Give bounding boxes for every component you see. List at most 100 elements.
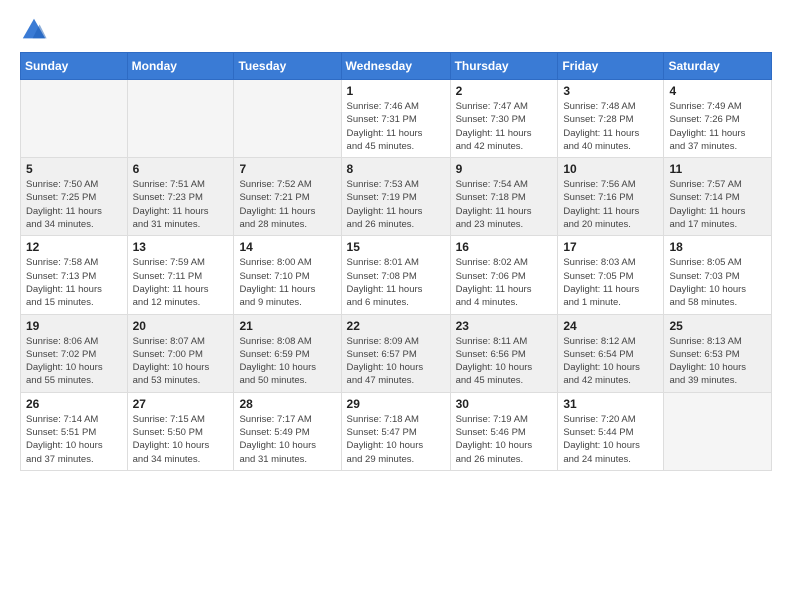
day-info: Sunrise: 8:08 AM Sunset: 6:59 PM Dayligh… xyxy=(239,335,335,388)
day-number: 3 xyxy=(563,84,658,98)
day-info: Sunrise: 8:06 AM Sunset: 7:02 PM Dayligh… xyxy=(26,335,122,388)
calendar-cell: 25 Sunrise: 8:13 AM Sunset: 6:53 PM Dayli… xyxy=(664,314,772,392)
day-number: 9 xyxy=(456,162,553,176)
day-number: 21 xyxy=(239,319,335,333)
day-info: Sunrise: 7:52 AM Sunset: 7:21 PM Dayligh… xyxy=(239,178,335,231)
calendar-cell: 9Sunrise: 7:54 AM Sunset: 7:18 PM Daylig… xyxy=(450,158,558,236)
day-number: 27 xyxy=(133,397,229,411)
calendar-cell: 7 Sunrise: 7:52 AM Sunset: 7:21 PM Daylig… xyxy=(234,158,341,236)
calendar-cell xyxy=(664,392,772,470)
calendar-cell: 24 Sunrise: 8:12 AM Sunset: 6:54 PM Dayli… xyxy=(558,314,664,392)
day-info: Sunrise: 8:05 AM Sunset: 7:03 PM Dayligh… xyxy=(669,256,766,309)
calendar-cell: 14 Sunrise: 8:00 AM Sunset: 7:10 PM Dayli… xyxy=(234,236,341,314)
day-number: 29 xyxy=(347,397,445,411)
day-info: Sunrise: 7:17 AM Sunset: 5:49 PM Dayligh… xyxy=(239,413,335,466)
calendar-cell xyxy=(127,80,234,158)
calendar-cell: 5 Sunrise: 7:50 AM Sunset: 7:25 PM Daylig… xyxy=(21,158,128,236)
day-number: 10 xyxy=(563,162,658,176)
day-number: 23 xyxy=(456,319,553,333)
day-info: Sunrise: 7:58 AM Sunset: 7:13 PM Dayligh… xyxy=(26,256,122,309)
calendar-cell: 21 Sunrise: 8:08 AM Sunset: 6:59 PM Dayli… xyxy=(234,314,341,392)
calendar-cell: 15 Sunrise: 8:01 AM Sunset: 7:08 PM Dayli… xyxy=(341,236,450,314)
calendar-cell: 12 Sunrise: 7:58 AM Sunset: 7:13 PM Dayli… xyxy=(21,236,128,314)
day-number: 6 xyxy=(133,162,229,176)
day-number: 12 xyxy=(26,240,122,254)
day-info: Sunrise: 7:48 AM Sunset: 7:28 PM Dayligh… xyxy=(563,100,658,153)
day-number: 7 xyxy=(239,162,335,176)
calendar-cell: 23 Sunrise: 8:11 AM Sunset: 6:56 PM Dayli… xyxy=(450,314,558,392)
calendar-cell: 16 Sunrise: 8:02 AM Sunset: 7:06 PM Dayli… xyxy=(450,236,558,314)
day-number: 25 xyxy=(669,319,766,333)
calendar-week-2: 5 Sunrise: 7:50 AM Sunset: 7:25 PM Daylig… xyxy=(21,158,772,236)
calendar-cell: 4Sunrise: 7:49 AM Sunset: 7:26 PM Daylig… xyxy=(664,80,772,158)
calendar-cell: 13 Sunrise: 7:59 AM Sunset: 7:11 PM Dayli… xyxy=(127,236,234,314)
header-saturday: Saturday xyxy=(664,53,772,80)
day-info: Sunrise: 8:01 AM Sunset: 7:08 PM Dayligh… xyxy=(347,256,445,309)
day-info: Sunrise: 7:18 AM Sunset: 5:47 PM Dayligh… xyxy=(347,413,445,466)
day-info: Sunrise: 8:09 AM Sunset: 6:57 PM Dayligh… xyxy=(347,335,445,388)
header-sunday: Sunday xyxy=(21,53,128,80)
day-info: Sunrise: 7:57 AM Sunset: 7:14 PM Dayligh… xyxy=(669,178,766,231)
day-number: 15 xyxy=(347,240,445,254)
calendar-cell xyxy=(234,80,341,158)
day-number: 30 xyxy=(456,397,553,411)
calendar-cell: 28Sunrise: 7:17 AM Sunset: 5:49 PM Dayli… xyxy=(234,392,341,470)
header-thursday: Thursday xyxy=(450,53,558,80)
day-info: Sunrise: 7:46 AM Sunset: 7:31 PM Dayligh… xyxy=(347,100,445,153)
day-number: 26 xyxy=(26,397,122,411)
day-info: Sunrise: 8:03 AM Sunset: 7:05 PM Dayligh… xyxy=(563,256,658,309)
calendar-header-row: SundayMondayTuesdayWednesdayThursdayFrid… xyxy=(21,53,772,80)
calendar-cell: 6Sunrise: 7:51 AM Sunset: 7:23 PM Daylig… xyxy=(127,158,234,236)
calendar-week-4: 19 Sunrise: 8:06 AM Sunset: 7:02 PM Dayli… xyxy=(21,314,772,392)
day-number: 24 xyxy=(563,319,658,333)
calendar-cell: 3 Sunrise: 7:48 AM Sunset: 7:28 PM Daylig… xyxy=(558,80,664,158)
logo xyxy=(20,16,52,44)
header-tuesday: Tuesday xyxy=(234,53,341,80)
day-number: 4 xyxy=(669,84,766,98)
day-number: 16 xyxy=(456,240,553,254)
day-info: Sunrise: 8:07 AM Sunset: 7:00 PM Dayligh… xyxy=(133,335,229,388)
day-number: 22 xyxy=(347,319,445,333)
calendar-cell: 8Sunrise: 7:53 AM Sunset: 7:19 PM Daylig… xyxy=(341,158,450,236)
day-info: Sunrise: 7:56 AM Sunset: 7:16 PM Dayligh… xyxy=(563,178,658,231)
day-info: Sunrise: 7:47 AM Sunset: 7:30 PM Dayligh… xyxy=(456,100,553,153)
day-info: Sunrise: 8:02 AM Sunset: 7:06 PM Dayligh… xyxy=(456,256,553,309)
day-number: 2 xyxy=(456,84,553,98)
calendar-cell: 31 Sunrise: 7:20 AM Sunset: 5:44 PM Dayli… xyxy=(558,392,664,470)
calendar-cell: 18 Sunrise: 8:05 AM Sunset: 7:03 PM Dayli… xyxy=(664,236,772,314)
day-number: 18 xyxy=(669,240,766,254)
logo-icon xyxy=(20,16,48,44)
day-info: Sunrise: 8:12 AM Sunset: 6:54 PM Dayligh… xyxy=(563,335,658,388)
calendar-cell: 19 Sunrise: 8:06 AM Sunset: 7:02 PM Dayli… xyxy=(21,314,128,392)
day-info: Sunrise: 8:13 AM Sunset: 6:53 PM Dayligh… xyxy=(669,335,766,388)
day-number: 14 xyxy=(239,240,335,254)
calendar-cell: 17Sunrise: 8:03 AM Sunset: 7:05 PM Dayli… xyxy=(558,236,664,314)
day-number: 19 xyxy=(26,319,122,333)
calendar-cell: 30 Sunrise: 7:19 AM Sunset: 5:46 PM Dayli… xyxy=(450,392,558,470)
day-info: Sunrise: 7:19 AM Sunset: 5:46 PM Dayligh… xyxy=(456,413,553,466)
day-info: Sunrise: 8:11 AM Sunset: 6:56 PM Dayligh… xyxy=(456,335,553,388)
day-info: Sunrise: 7:15 AM Sunset: 5:50 PM Dayligh… xyxy=(133,413,229,466)
day-info: Sunrise: 7:20 AM Sunset: 5:44 PM Dayligh… xyxy=(563,413,658,466)
calendar-week-3: 12 Sunrise: 7:58 AM Sunset: 7:13 PM Dayli… xyxy=(21,236,772,314)
header-friday: Friday xyxy=(558,53,664,80)
day-number: 1 xyxy=(347,84,445,98)
calendar-cell: 27 Sunrise: 7:15 AM Sunset: 5:50 PM Dayli… xyxy=(127,392,234,470)
day-number: 8 xyxy=(347,162,445,176)
day-number: 11 xyxy=(669,162,766,176)
day-number: 5 xyxy=(26,162,122,176)
day-info: Sunrise: 7:59 AM Sunset: 7:11 PM Dayligh… xyxy=(133,256,229,309)
day-info: Sunrise: 8:00 AM Sunset: 7:10 PM Dayligh… xyxy=(239,256,335,309)
calendar-table: SundayMondayTuesdayWednesdayThursdayFrid… xyxy=(20,52,772,471)
calendar-cell xyxy=(21,80,128,158)
calendar-cell: 1 Sunrise: 7:46 AM Sunset: 7:31 PM Daylig… xyxy=(341,80,450,158)
calendar-week-1: 1 Sunrise: 7:46 AM Sunset: 7:31 PM Daylig… xyxy=(21,80,772,158)
calendar-cell: 20 Sunrise: 8:07 AM Sunset: 7:00 PM Dayli… xyxy=(127,314,234,392)
header-monday: Monday xyxy=(127,53,234,80)
day-number: 13 xyxy=(133,240,229,254)
page-header xyxy=(20,16,772,44)
day-number: 31 xyxy=(563,397,658,411)
day-info: Sunrise: 7:50 AM Sunset: 7:25 PM Dayligh… xyxy=(26,178,122,231)
day-number: 20 xyxy=(133,319,229,333)
calendar-cell: 10 Sunrise: 7:56 AM Sunset: 7:16 PM Dayli… xyxy=(558,158,664,236)
